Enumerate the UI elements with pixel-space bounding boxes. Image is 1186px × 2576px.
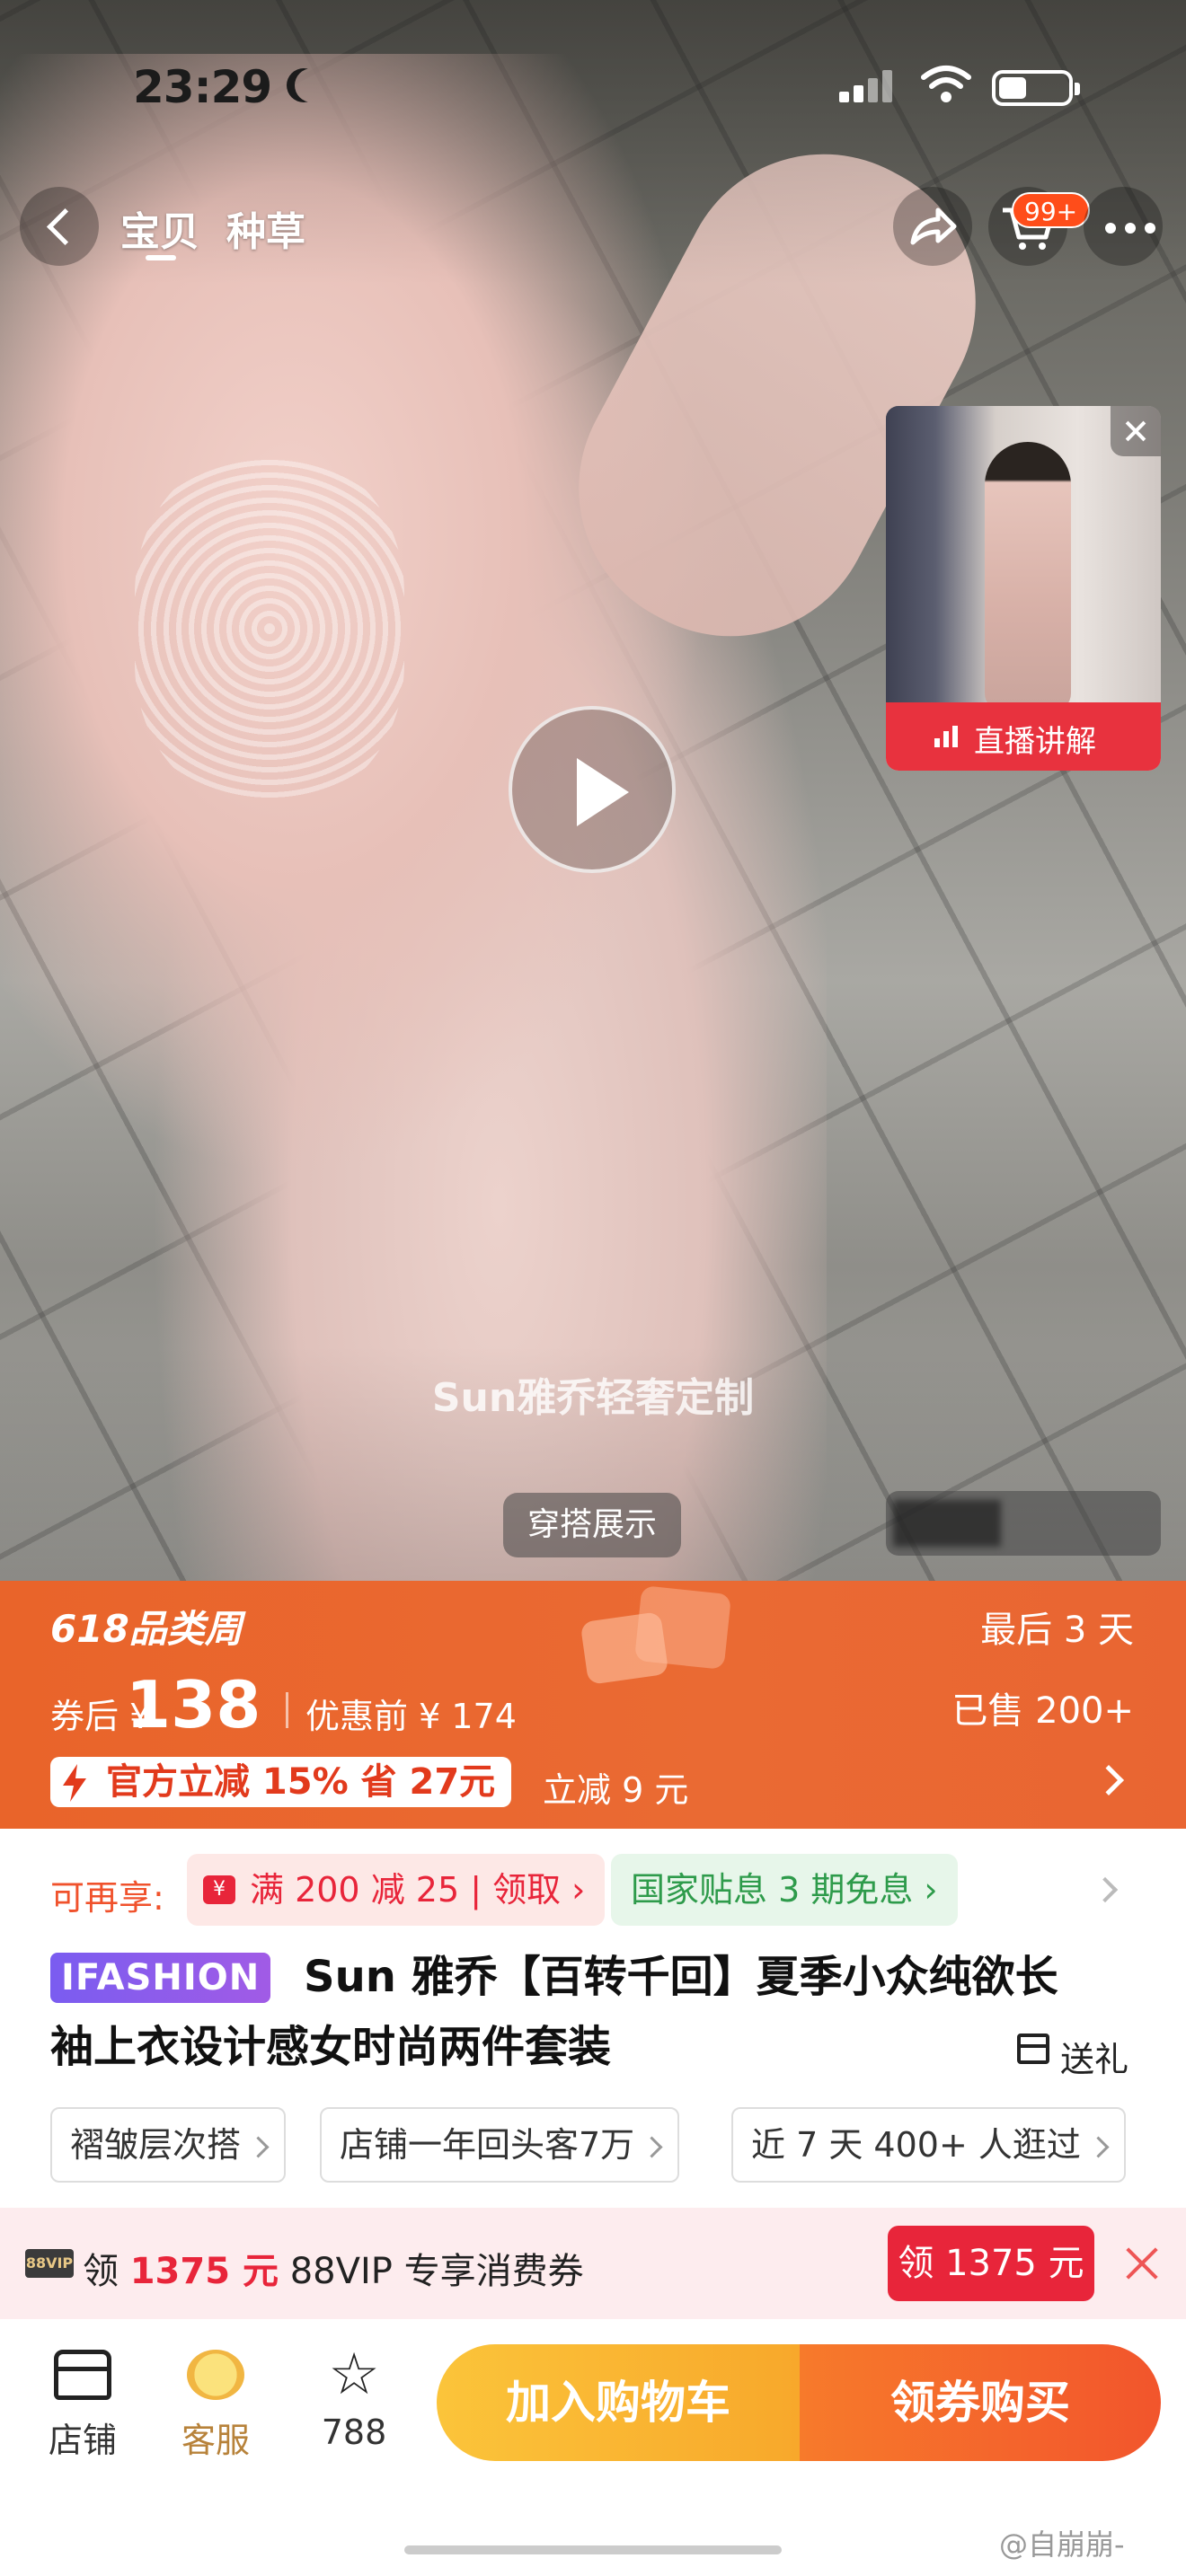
promo-countdown: 最后 3 天 [980, 1610, 1134, 1651]
share-icon [910, 207, 957, 245]
close-icon[interactable] [1123, 2245, 1159, 2281]
tab-product[interactable]: 宝贝 [120, 199, 199, 257]
official-discount-chip[interactable]: 官方立减 15% 省 27元 [50, 1757, 512, 1807]
credit-watermark: @自崩崩- [999, 2527, 1125, 2562]
wifi-icon [921, 66, 971, 102]
outfit-chip[interactable]: 穿搭展示 [503, 1493, 681, 1557]
live-host-image [985, 442, 1071, 711]
store-icon[interactable] [54, 2350, 111, 2400]
add-to-cart-button[interactable]: 加入购物车 [437, 2344, 800, 2461]
sold-count: 已售 200+ [951, 1690, 1134, 1732]
home-indicator [404, 2545, 782, 2554]
service-label[interactable]: 客服 [162, 2413, 270, 2462]
price-value: 138 [126, 1667, 261, 1742]
blurred-chip [886, 1491, 1161, 1556]
status-time: 23:29 [133, 61, 272, 113]
vip-coupon-text: 领 1375 元 88VIP 专享消费券 [83, 2251, 584, 2292]
moon-icon [295, 68, 329, 102]
gov-subsidy-chip[interactable]: 国家贴息 3 期免息 › [611, 1854, 958, 1926]
cart-count-badge: 99+ [1012, 192, 1091, 228]
shopping-bag-icon [580, 1585, 732, 1689]
store-label[interactable]: 店铺 [29, 2413, 137, 2462]
price-before: 优惠前 ¥ 174 [305, 1697, 517, 1736]
gift-label[interactable]: 送礼 [1060, 2032, 1128, 2081]
share-button[interactable] [893, 187, 972, 266]
live-bars-icon [934, 726, 961, 747]
tab-active-indicator [146, 255, 176, 260]
price-divider [286, 1692, 288, 1728]
feature-tag[interactable]: 店铺一年回头客7万 [320, 2107, 680, 2183]
video-watermark: Sun雅乔轻奢定制 [431, 1375, 755, 1421]
live-label: 直播讲解 [974, 724, 1096, 760]
tab-seeding[interactable]: 种草 [226, 199, 305, 257]
back-button[interactable] [20, 187, 99, 266]
feature-tag[interactable]: 褶皱层次搭 [50, 2107, 287, 2183]
store-coupon-chip[interactable]: 满 200 减 25 | 领取 › [187, 1854, 606, 1926]
claim-vip-button[interactable]: 领 1375 元 [888, 2226, 1094, 2301]
signal-icon [839, 70, 895, 102]
feature-tag[interactable]: 近 7 天 400+ 人逛过 [731, 2107, 1126, 2183]
vip-logo: 88VIP [25, 2249, 74, 2278]
reduce-amount: 立减 9 元 [543, 1770, 689, 1810]
play-icon[interactable] [509, 706, 676, 873]
gift-icon[interactable] [1017, 2033, 1049, 2064]
bolt-icon [63, 1764, 86, 1802]
favorites-count[interactable]: 788 [300, 2413, 408, 2452]
star-icon[interactable]: ☆ [325, 2346, 383, 2404]
brand-badge: IFASHION [50, 1953, 271, 2003]
service-icon[interactable] [187, 2350, 244, 2400]
close-icon[interactable] [1111, 406, 1161, 456]
product-title-line2: 袖上衣设计感女时尚两件套装 [50, 2022, 612, 2072]
product-title-line1: Sun 雅乔【百转千回】夏季小众纯欲长 [304, 1952, 1058, 2002]
more-icon [1093, 223, 1168, 234]
promo-title: 618品类周 [50, 1607, 243, 1651]
chevron-right-icon[interactable] [1092, 1876, 1119, 1903]
buy-with-coupon-button[interactable]: 领券购买 [800, 2344, 1161, 2461]
coupon-lead-label: 可再享: [50, 1878, 164, 1918]
battery-icon [992, 70, 1080, 106]
yen-icon: ¥ [203, 1875, 235, 1904]
